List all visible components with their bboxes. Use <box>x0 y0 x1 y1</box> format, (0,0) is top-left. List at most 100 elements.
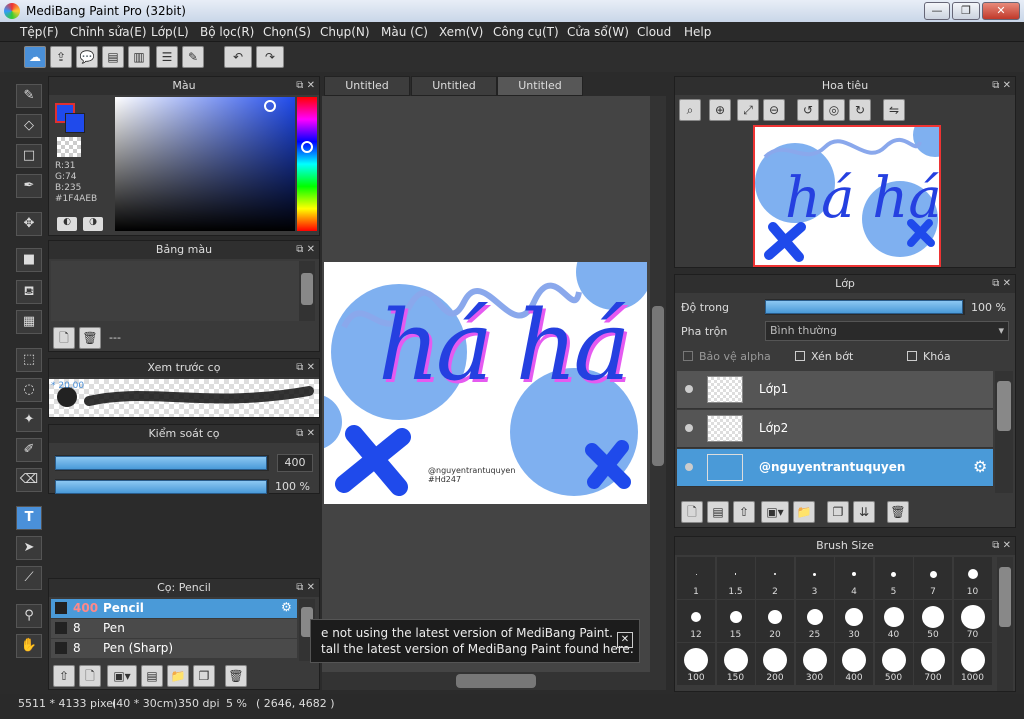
brush-size-slider[interactable] <box>55 456 267 470</box>
palette-scrollbar[interactable] <box>299 261 315 321</box>
rotate-left-icon[interactable]: ↺ <box>797 99 819 121</box>
brush-settings-icon[interactable]: ▤ <box>141 665 163 687</box>
zoom-out-icon[interactable]: ⊖ <box>763 99 785 121</box>
brush-item-pencil[interactable]: 400 Pencil ⚙ <box>51 599 297 618</box>
brush-opacity-track[interactable] <box>55 479 269 495</box>
tab-untitled-1[interactable]: Untitled <box>324 76 410 96</box>
layer-item-2[interactable]: Lớp2 <box>677 410 993 448</box>
tab-untitled-2[interactable]: Untitled <box>411 76 497 96</box>
brush-size-cell[interactable]: 700 <box>914 643 952 685</box>
brush-size-cell[interactable]: 100 <box>677 643 715 685</box>
menu-snap[interactable]: Chụp(N) <box>320 25 370 39</box>
layer-opacity-track[interactable] <box>765 299 965 315</box>
palette-swatches[interactable] <box>51 261 299 321</box>
menu-help[interactable]: Help <box>684 25 711 39</box>
brush-size-field[interactable]: 400 <box>277 454 313 472</box>
brush-size-cell[interactable]: 200 <box>756 643 794 685</box>
brush-size-cell[interactable]: 12 <box>677 600 715 642</box>
menu-color[interactable]: Màu (C) <box>381 25 428 39</box>
brush-size-cell[interactable]: 70 <box>953 600 992 642</box>
brush-size-cell[interactable]: 1000 <box>953 643 992 685</box>
transparent-swatch[interactable] <box>57 137 81 157</box>
speech-bubble-icon[interactable]: 💬 <box>76 46 98 68</box>
protect-alpha-checkbox[interactable] <box>683 351 693 361</box>
menu-edit[interactable]: Chỉnh sửa(E) <box>70 25 147 39</box>
lock-checkbox[interactable] <box>907 351 917 361</box>
canvas-viewport[interactable]: há há @nguyentrantuquyen #Hd247 <box>322 96 666 676</box>
eyedropper-tool-icon[interactable]: ⚲ <box>16 604 42 628</box>
brush-size-cell[interactable]: 1 <box>677 557 715 599</box>
maximize-button[interactable]: ❐ <box>952 2 980 20</box>
panel-float-close-icon[interactable]: ⧉ ✕ <box>992 275 1011 293</box>
brush-size-cell[interactable]: 20 <box>756 600 794 642</box>
menu-window[interactable]: Cửa sổ(W) <box>567 25 629 39</box>
visibility-icon[interactable] <box>685 424 693 432</box>
new-layer-icon[interactable]: 🗋 <box>681 501 703 523</box>
color-mode-icon[interactable]: ◐ <box>57 217 77 231</box>
hand-tool-icon[interactable]: ✋ <box>16 634 42 658</box>
undo-button[interactable]: ↶ <box>224 46 252 68</box>
new-halftone-layer-icon[interactable]: ▤ <box>707 501 729 523</box>
pen-tool-icon[interactable]: ✒ <box>16 174 42 198</box>
panel-float-close-icon[interactable]: ⧉ ✕ <box>296 241 315 259</box>
new-brush-icon[interactable]: 🗋 <box>79 665 101 687</box>
fit-icon[interactable]: ⤢ <box>737 99 759 121</box>
comment-icon[interactable]: ▤ <box>102 46 124 68</box>
reset-view-icon[interactable]: ◎ <box>823 99 845 121</box>
redo-button[interactable]: ↷ <box>256 46 284 68</box>
brush-size-cell[interactable]: 5 <box>874 557 913 599</box>
brush-size-cell[interactable]: 7 <box>914 557 952 599</box>
brush-item-pen[interactable]: 8 Pen <box>51 619 297 638</box>
gear-icon[interactable]: ⚙ <box>281 600 292 614</box>
panel-float-close-icon[interactable]: ⧉ ✕ <box>296 425 315 443</box>
layer-opacity-slider[interactable] <box>765 300 963 314</box>
delete-layer-icon[interactable]: 🗑 <box>887 501 909 523</box>
minimize-button[interactable]: — <box>924 2 950 20</box>
tab-untitled-3[interactable]: Untitled <box>497 76 583 96</box>
brush-menu-icon[interactable]: ▣▾ <box>107 665 137 687</box>
document-icon[interactable]: ▥ <box>128 46 150 68</box>
menu-tools[interactable]: Công cụ(T) <box>493 25 559 39</box>
color-wheel-icon[interactable]: ◑ <box>83 217 103 231</box>
visibility-icon[interactable] <box>685 385 693 393</box>
gradient-tool-icon[interactable]: ▦ <box>16 310 42 334</box>
zoom-icon[interactable]: ⌕ <box>679 99 701 121</box>
visibility-icon[interactable] <box>685 463 693 471</box>
artwork-canvas[interactable]: há há @nguyentrantuquyen #Hd247 <box>324 262 647 504</box>
panel-float-close-icon[interactable]: ⧉ ✕ <box>992 77 1011 95</box>
brush-size-cell[interactable]: 500 <box>874 643 913 685</box>
brush-size-scrollbar[interactable] <box>997 557 1013 691</box>
gear-icon[interactable]: ⚙ <box>973 457 987 476</box>
navigator-preview[interactable]: há há <box>753 125 941 267</box>
lasso-tool-icon[interactable]: ◌ <box>16 378 42 402</box>
duplicate-layer-icon[interactable]: ❐ <box>827 501 849 523</box>
layer-menu-icon[interactable]: ▣▾ <box>761 501 789 523</box>
blend-mode-select[interactable]: Bình thường ▾ <box>765 321 1009 341</box>
brush-size-cell[interactable]: 1.5 <box>716 557 755 599</box>
bucket-tool-icon[interactable]: ⛾ <box>16 280 42 304</box>
notice-close-icon[interactable]: ✕ <box>617 632 633 648</box>
brush-opacity-slider[interactable] <box>55 480 267 494</box>
brush-tool-icon[interactable]: ✎ <box>16 84 42 108</box>
picker-cursor[interactable] <box>264 100 276 112</box>
hue-slider[interactable] <box>297 97 317 231</box>
layer-item-3[interactable]: @nguyentrantuquyen ⚙ <box>677 449 993 487</box>
layer-list-scrollbar[interactable] <box>995 371 1013 493</box>
select-pen-tool-icon[interactable]: ✐ <box>16 438 42 462</box>
menu-cloud[interactable]: Cloud <box>637 25 671 39</box>
layer-item-1[interactable]: Lớp1 <box>677 371 993 409</box>
brush-size-track[interactable] <box>55 455 269 471</box>
panel-float-close-icon[interactable]: ⧉ ✕ <box>296 359 315 377</box>
saturation-value-picker[interactable] <box>115 97 295 231</box>
delete-palette-icon[interactable]: 🗑 <box>79 327 101 349</box>
menu-file[interactable]: Tệp(F) <box>20 25 59 39</box>
select-eraser-tool-icon[interactable]: ⌫ <box>16 468 42 492</box>
edit-list-icon[interactable]: ✎ <box>182 46 204 68</box>
menu-layer[interactable]: Lớp(L) <box>151 25 189 39</box>
menu-select[interactable]: Chọn(S) <box>263 25 311 39</box>
select-rect-tool-icon[interactable]: ⬚ <box>16 348 42 372</box>
close-window-button[interactable]: ✕ <box>982 2 1020 20</box>
cloud-icon[interactable]: ☁ <box>24 46 46 68</box>
magic-wand-tool-icon[interactable]: ✦ <box>16 408 42 432</box>
eraser-tool-icon[interactable]: ◇ <box>16 114 42 138</box>
